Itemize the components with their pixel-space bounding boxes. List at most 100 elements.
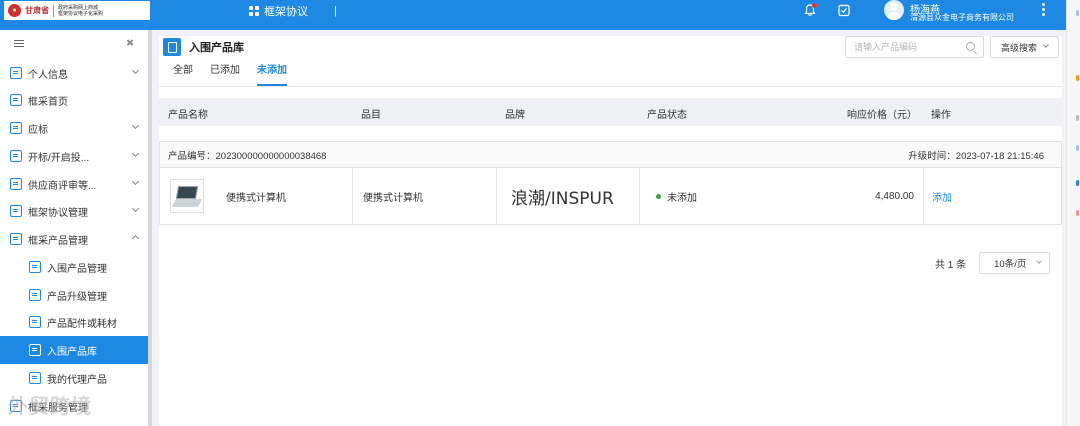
cell-status-price: 未添加 4,480.00 xyxy=(640,168,924,225)
upgrade-time-label: 升级时间： xyxy=(908,150,956,162)
sidebar-item-label: 框采首页 xyxy=(28,96,68,108)
column-header-status: 产品状态 xyxy=(647,110,687,121)
edge-marker-icon xyxy=(1076,145,1079,151)
column-header-price: 响应价格（元） xyxy=(847,110,917,121)
page-size-select[interactable]: 10条/页 xyxy=(979,252,1051,274)
sidebar-item-label: 我的代理产品 xyxy=(47,374,107,386)
sidebar-subitem-product-upgrade[interactable]: 产品升级管理 xyxy=(0,281,148,309)
product-code-label: 产品编号： xyxy=(168,150,216,162)
profile-icon xyxy=(10,67,22,79)
more-menu-icon[interactable] xyxy=(1042,3,1045,16)
chevron-down-icon xyxy=(131,149,140,158)
grid-icon xyxy=(249,6,259,16)
edge-marker-icon xyxy=(1076,10,1079,16)
logo-province: 甘肃省 xyxy=(25,6,49,15)
sidebar-subitem-shortlisted-products[interactable]: 入围产品管理 xyxy=(0,253,148,281)
upgrade-time-value: 2023-07-18 21:15:46 xyxy=(955,150,1044,162)
chevron-down-icon xyxy=(1043,42,1049,48)
sidebar-item-bid-opening[interactable]: 开标/开启投... xyxy=(0,142,148,170)
column-header-action: 操作 xyxy=(931,110,951,121)
sidebar-item-label: 入围产品管理 xyxy=(47,263,107,275)
sidebar-item-product-management[interactable]: 框采产品管理 xyxy=(0,225,148,253)
title-separator: | xyxy=(334,5,337,17)
edge-marker-icon xyxy=(1076,75,1079,81)
edge-marker-icon xyxy=(1076,180,1079,186)
sidebar-subitem-agent-products[interactable]: 我的代理产品 xyxy=(0,364,148,392)
sidebar-item-label: 框采产品管理 xyxy=(28,235,88,247)
module-title[interactable]: 框架协议 | xyxy=(249,3,337,19)
sidebar-item-bidding[interactable]: 应标 xyxy=(0,114,148,142)
product-card-header: 产品编号：202300000000000038468 升级时间：2023-07-… xyxy=(160,142,1061,168)
sidebar-scrollbar[interactable] xyxy=(148,30,152,426)
product-name: 便携式计算机 xyxy=(226,193,286,204)
watermark-text: 外贸跨境 xyxy=(8,396,92,418)
main-panel: 入围产品库 高级搜索 全部 已添加 未添加 产品名称 品目 品牌 产品状态 响应… xyxy=(159,36,1062,426)
library-grid-icon xyxy=(29,344,41,356)
tab-all[interactable]: 全部 xyxy=(173,64,193,86)
column-header-brand: 品牌 xyxy=(505,110,525,121)
search-input[interactable] xyxy=(854,42,964,52)
sidebar-item-label: 产品配件或耗材 xyxy=(47,318,117,330)
cell-action: 添加 xyxy=(924,168,1061,225)
review-icon xyxy=(10,178,22,190)
home-doc-icon xyxy=(10,94,22,106)
sidebar-item-personal-info[interactable]: 个人信息 xyxy=(0,59,148,87)
tab-added[interactable]: 已添加 xyxy=(210,64,240,86)
laptop-base xyxy=(172,199,202,207)
sidebar-item-label: 产品升级管理 xyxy=(47,291,107,303)
search-icon[interactable] xyxy=(966,42,975,51)
tab-not-added[interactable]: 未添加 xyxy=(257,64,287,86)
sidebar-item-label: 入围产品库 xyxy=(47,346,97,358)
sidebar-subitem-accessories[interactable]: 产品配件或耗材 xyxy=(0,308,148,336)
notification-bell-icon[interactable] xyxy=(803,3,817,17)
sidebar-item-label: 应标 xyxy=(28,124,48,136)
table-row: 便携式计算机 便携式计算机 浪潮/INSPUR 未添加 4,480.00 添加 xyxy=(160,168,1061,225)
right-edge-strip xyxy=(1066,0,1080,426)
logo-subtitle: 政府采购网上商城 框架协议电子化采购 xyxy=(58,5,103,17)
tabs-divider xyxy=(159,86,1062,87)
sidebar-item-supplier-review[interactable]: 供应商评审等... xyxy=(0,170,148,198)
chevron-down-icon xyxy=(131,121,140,130)
site-logo[interactable]: ● 甘肃省 政府采购网上商城 框架协议电子化采购 xyxy=(4,1,150,20)
sidebar-item-label: 框架协议管理 xyxy=(28,207,88,219)
sidebar-item-framework-agreement[interactable]: 框架协议管理 xyxy=(0,197,148,225)
product-status: 未添加 xyxy=(667,193,697,204)
laptop-thumbnail[interactable] xyxy=(170,179,204,213)
advanced-search-button[interactable]: 高级搜索 xyxy=(990,36,1059,58)
task-check-icon[interactable] xyxy=(837,3,851,17)
menu-toggle-icon[interactable] xyxy=(14,39,24,47)
sidebar-header: ✚ xyxy=(0,30,151,56)
agent-user-icon xyxy=(29,372,41,384)
module-title-text: 框架协议 xyxy=(264,6,308,18)
page-title: 入围产品库 xyxy=(189,42,244,54)
pin-icon[interactable]: ✚ xyxy=(122,36,136,50)
sidebar-item-label: 供应商评审等... xyxy=(28,180,97,192)
sidebar-subitem-product-library[interactable]: 入围产品库 xyxy=(0,336,148,364)
product-brand: 浪潮/INSPUR xyxy=(511,189,614,209)
logo-line2: 框架协议电子化采购 xyxy=(58,10,104,17)
chevron-up-icon xyxy=(131,234,140,243)
laptop-screen xyxy=(175,186,199,199)
advanced-search-label: 高级搜索 xyxy=(1001,42,1038,53)
sidebar-item-home[interactable]: 框采首页 xyxy=(0,86,148,114)
cell-brand: 浪潮/INSPUR xyxy=(497,168,640,225)
add-product-link[interactable]: 添加 xyxy=(932,189,952,204)
opening-doc-icon xyxy=(10,150,22,162)
sidebar-item-label: 个人信息 xyxy=(28,69,68,81)
product-manage-icon xyxy=(29,261,41,273)
column-header-category: 品目 xyxy=(361,110,381,121)
upgrade-time: 升级时间：2023-07-18 21:15:46 xyxy=(908,148,1044,162)
top-bar: ● 甘肃省 政府采购网上商城 框架协议电子化采购 框架协议 | 杨海燕 渭源县众… xyxy=(0,0,1066,30)
product-price: 4,480.00 xyxy=(875,191,914,202)
accessory-icon xyxy=(29,316,41,328)
chevron-down-icon xyxy=(131,177,140,186)
cell-product-name: 便携式计算机 xyxy=(160,168,353,225)
product-code-value: 202300000000000038468 xyxy=(215,150,327,162)
document-icon xyxy=(163,38,181,56)
logo-divider xyxy=(53,4,54,17)
emblem-icon: ● xyxy=(8,4,21,17)
product-code-search[interactable] xyxy=(845,36,984,58)
user-company: 渭源县众金电子商务有限公司 xyxy=(910,13,1014,22)
chevron-down-icon xyxy=(131,66,140,75)
user-avatar[interactable] xyxy=(884,0,904,20)
